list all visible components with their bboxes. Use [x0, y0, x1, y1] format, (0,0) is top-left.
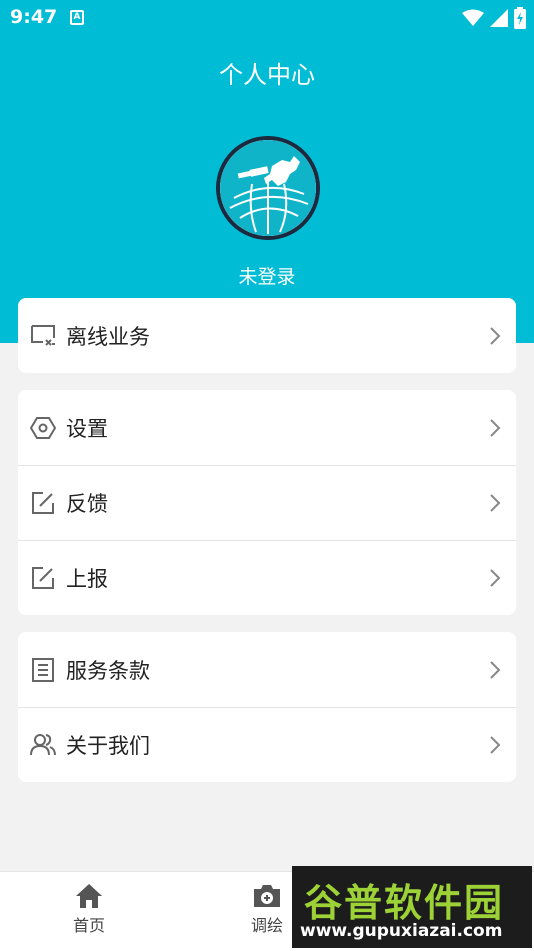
menu-label-offline: 离线业务 — [66, 324, 150, 349]
offline-icon — [30, 323, 56, 349]
menu-label-about: 关于我们 — [66, 734, 150, 758]
watermark-overlay: 谷普软件园 www.gupuxiazai.com — [292, 866, 532, 948]
menu-label-report: 上报 — [66, 567, 108, 591]
card-info-group: 服务条款 关于我们 — [18, 632, 516, 782]
document-icon — [30, 657, 56, 683]
users-icon — [30, 732, 56, 758]
status-bar: 9:47 A — [0, 0, 534, 36]
card-settings-group: 设置 反馈 上报 — [18, 390, 516, 615]
wifi-icon — [462, 9, 484, 26]
chevron-right-icon — [490, 569, 501, 587]
edit-icon — [30, 565, 56, 591]
nav-home-label: 首页 — [72, 916, 105, 935]
menu-item-offline[interactable]: 离线业务 — [18, 298, 516, 373]
watermark-logo: 谷普软件园 — [304, 881, 505, 925]
menu-item-about[interactable]: 关于我们 — [18, 707, 516, 782]
menu-item-settings[interactable]: 设置 — [18, 390, 516, 465]
camera-icon — [254, 885, 280, 907]
signal-icon — [490, 9, 508, 27]
globe-logo-icon — [220, 140, 316, 236]
chevron-right-icon — [490, 418, 501, 437]
menu-item-feedback[interactable]: 反馈 — [18, 465, 516, 540]
nav-home[interactable]: 首页 — [49, 880, 129, 936]
status-time: 9:47 — [10, 6, 58, 28]
chevron-right-icon — [490, 326, 501, 345]
battery-icon — [514, 7, 526, 29]
card-offline: 离线业务 — [18, 298, 516, 373]
menu-label-feedback: 反馈 — [66, 492, 108, 516]
login-status[interactable]: 未登录 — [0, 262, 534, 289]
chevron-right-icon — [490, 736, 501, 754]
home-icon — [76, 884, 102, 908]
chevron-right-icon — [490, 494, 501, 512]
watermark-url: www.gupuxiazai.com — [300, 921, 503, 941]
notification-a-icon: A — [70, 10, 84, 25]
page-title: 个人中心 — [219, 61, 315, 89]
avatar[interactable] — [216, 136, 320, 240]
menu-label-settings: 设置 — [66, 416, 108, 441]
menu-item-report[interactable]: 上报 — [18, 540, 516, 615]
settings-icon — [30, 415, 56, 441]
menu-label-terms: 服务条款 — [66, 658, 150, 683]
menu-item-terms[interactable]: 服务条款 — [18, 632, 516, 707]
edit-icon — [30, 490, 56, 516]
chevron-right-icon — [490, 660, 501, 679]
